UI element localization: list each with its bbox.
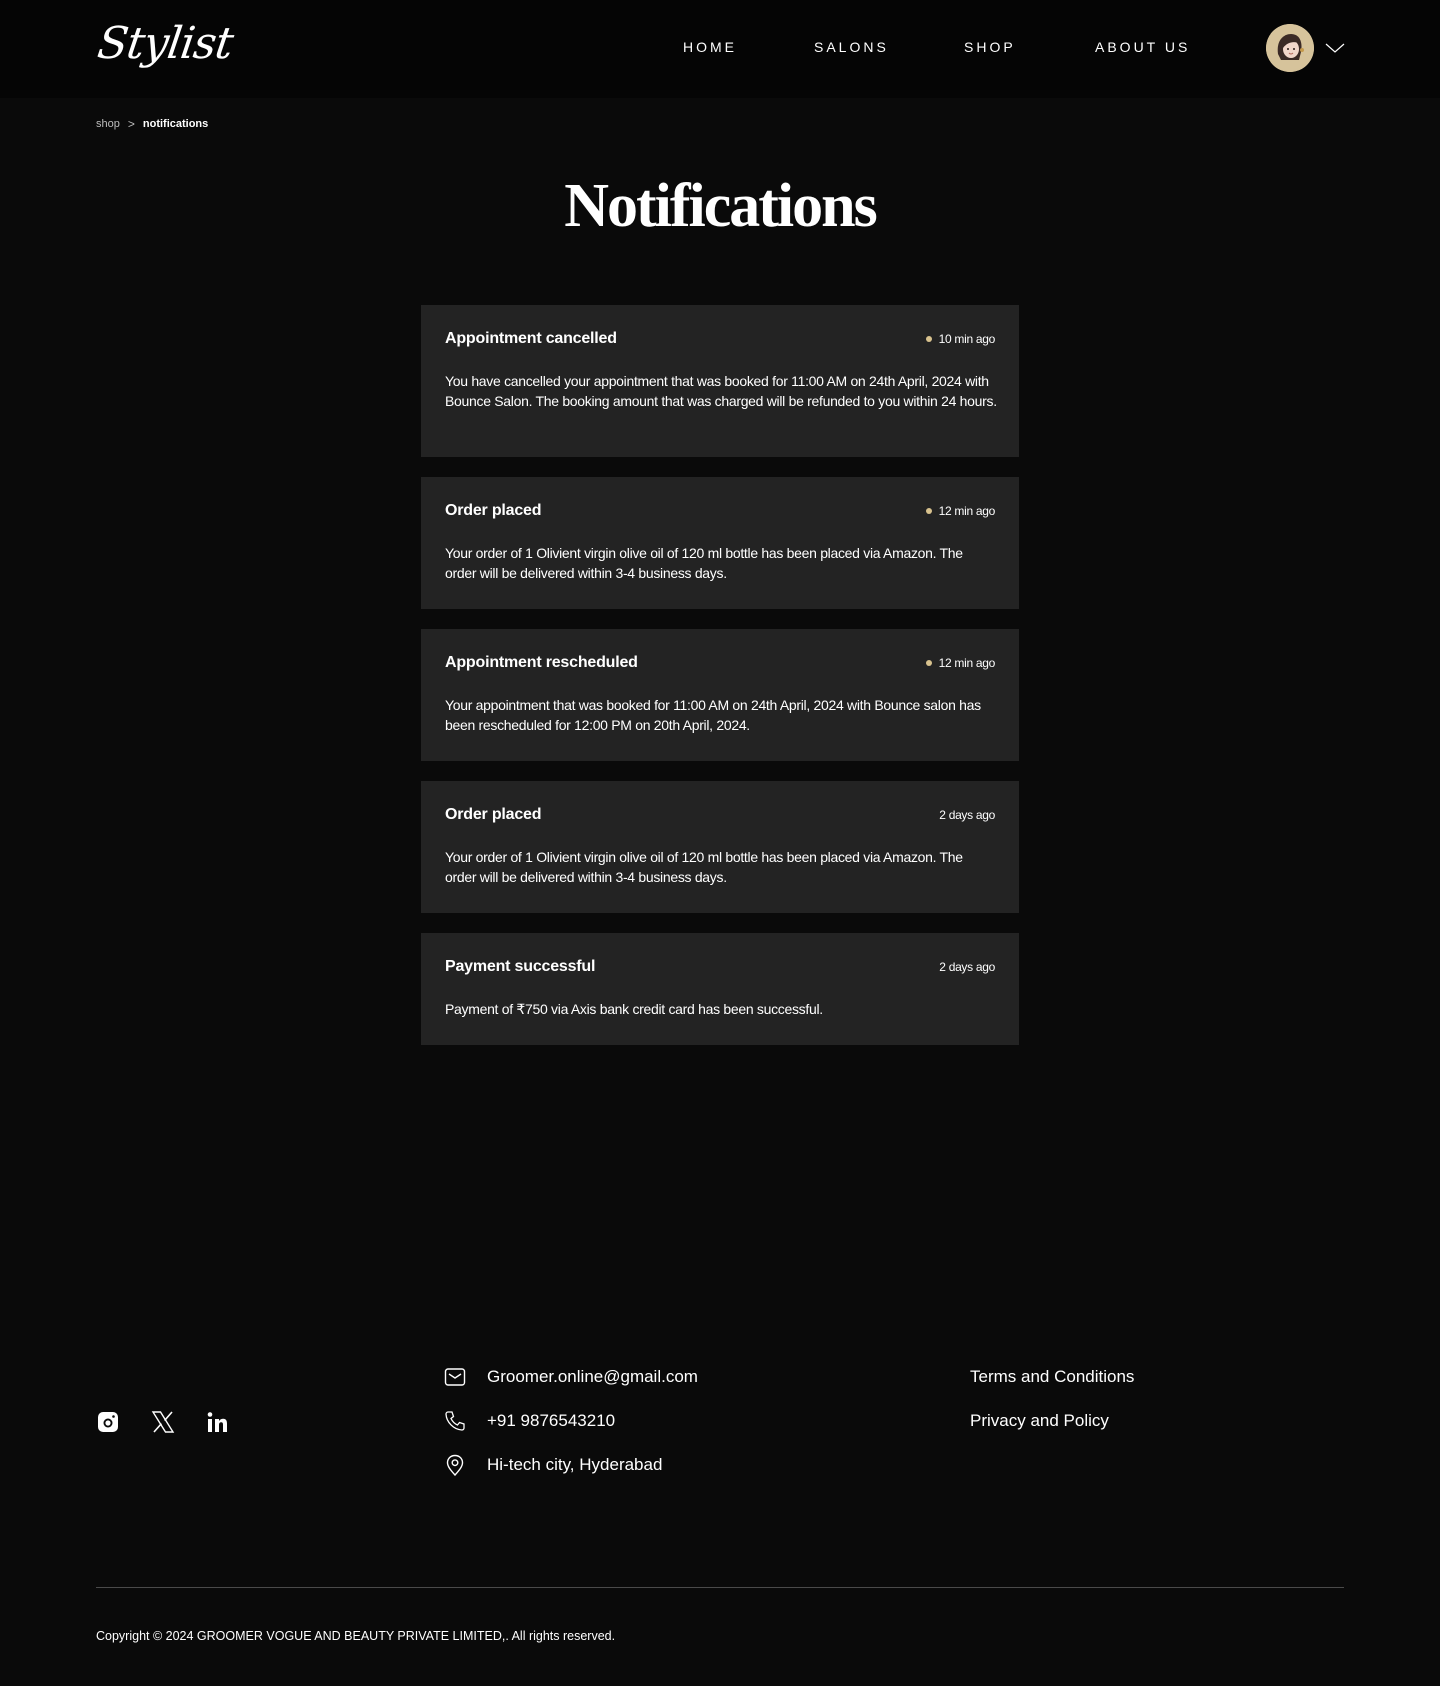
notification-time-label: 2 days ago xyxy=(939,960,995,974)
terms-link[interactable]: Terms and Conditions xyxy=(970,1366,1134,1388)
chevron-down-icon[interactable] xyxy=(1324,38,1346,58)
notification-time: 10 min ago xyxy=(925,331,996,347)
notification-title: Order placed xyxy=(445,502,542,519)
avatar[interactable] xyxy=(1266,24,1314,72)
breadcrumb-current: notifications xyxy=(142,118,209,130)
notification-time: 12 min ago xyxy=(925,503,996,519)
notification-time-label: 2 days ago xyxy=(939,808,995,822)
notification-card[interactable]: Order placed 2 days ago Your order of 1 … xyxy=(421,781,1019,913)
page-title: Notifications xyxy=(564,172,878,240)
notification-time: 12 min ago xyxy=(925,655,996,671)
breadcrumb-separator: > xyxy=(127,117,135,131)
notification-body: Your appointment that was booked for 11:… xyxy=(445,697,981,733)
phone-icon xyxy=(444,1410,466,1432)
unread-dot-icon xyxy=(925,508,932,514)
nav-shop[interactable]: SHOP xyxy=(964,36,1016,58)
notification-card[interactable]: Appointment cancelled 10 min ago You hav… xyxy=(421,305,1019,457)
notification-title: Appointment cancelled xyxy=(445,330,617,347)
user-avatar-icon xyxy=(1266,24,1314,72)
footer-phone[interactable]: +91 9876543210 xyxy=(487,1410,615,1432)
notification-title: Order placed xyxy=(445,806,542,823)
notification-body: You have cancelled your appointment that… xyxy=(445,373,997,409)
footer-address: Hi-tech city, Hyderabad xyxy=(487,1455,663,1474)
notification-time: 2 days ago xyxy=(939,959,995,975)
breadcrumb-shop[interactable]: shop xyxy=(96,116,120,132)
footer-email[interactable]: Groomer.online@gmail.com xyxy=(487,1366,698,1388)
notification-time: 2 days ago xyxy=(939,807,995,823)
location-pin-icon xyxy=(444,1454,466,1477)
notification-body: Your order of 1 Olivient virgin olive oi… xyxy=(445,545,963,581)
site-header: Stylist HOME SALONS SHOP ABOUT US xyxy=(0,0,1440,98)
mail-icon xyxy=(444,1366,466,1388)
instagram-icon[interactable] xyxy=(96,1410,120,1434)
x-twitter-icon[interactable] xyxy=(151,1410,175,1434)
breadcrumb: shop > notifications xyxy=(96,116,208,132)
notification-time-label: 12 min ago xyxy=(938,504,996,518)
unread-dot-icon xyxy=(925,660,932,666)
footer-divider xyxy=(96,1587,1344,1588)
notification-card[interactable]: Payment successful 2 days ago Payment of… xyxy=(421,933,1019,1045)
notification-title: Payment successful xyxy=(445,958,596,975)
notification-title: Appointment rescheduled xyxy=(445,654,638,671)
notification-time-label: 10 min ago xyxy=(938,332,996,346)
notification-card[interactable]: Appointment rescheduled 12 min ago Your … xyxy=(421,629,1019,761)
privacy-link[interactable]: Privacy and Policy xyxy=(970,1410,1109,1432)
unread-dot-icon xyxy=(925,336,932,342)
nav-about-us[interactable]: ABOUT US xyxy=(1095,36,1190,58)
linkedin-icon[interactable] xyxy=(205,1410,229,1434)
copyright: Copyright © 2024 GROOMER VOGUE AND BEAUT… xyxy=(96,1629,616,1643)
notification-body: Payment of ₹750 via Axis bank credit car… xyxy=(445,1001,823,1017)
notification-body: Your order of 1 Olivient virgin olive oi… xyxy=(445,849,963,885)
notification-time-label: 12 min ago xyxy=(938,656,996,670)
notification-card[interactable]: Order placed 12 min ago Your order of 1 … xyxy=(421,477,1019,609)
nav-salons[interactable]: SALONS xyxy=(814,36,889,58)
main-nav: HOME SALONS SHOP ABOUT US xyxy=(0,36,1440,58)
nav-home[interactable]: HOME xyxy=(683,36,737,58)
